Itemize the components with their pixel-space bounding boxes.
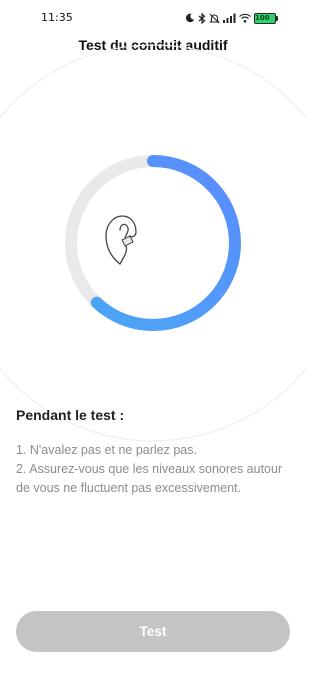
sound-wave-icon	[133, 234, 198, 262]
instruction-item: 1. N'avalez pas et ne parlez pas.	[16, 443, 197, 457]
instruction-item: 2. Assurez-vous que les niveaux sonores …	[16, 462, 283, 495]
instructions-heading: Pendant le test :	[16, 407, 125, 423]
ear-icon	[105, 215, 137, 265]
progress-gauge	[65, 155, 241, 331]
test-button[interactable]: Test	[16, 611, 290, 652]
instructions-list: 1. N'avalez pas et ne parlez pas. 2. Ass…	[16, 441, 286, 498]
background-ring	[0, 44, 306, 442]
